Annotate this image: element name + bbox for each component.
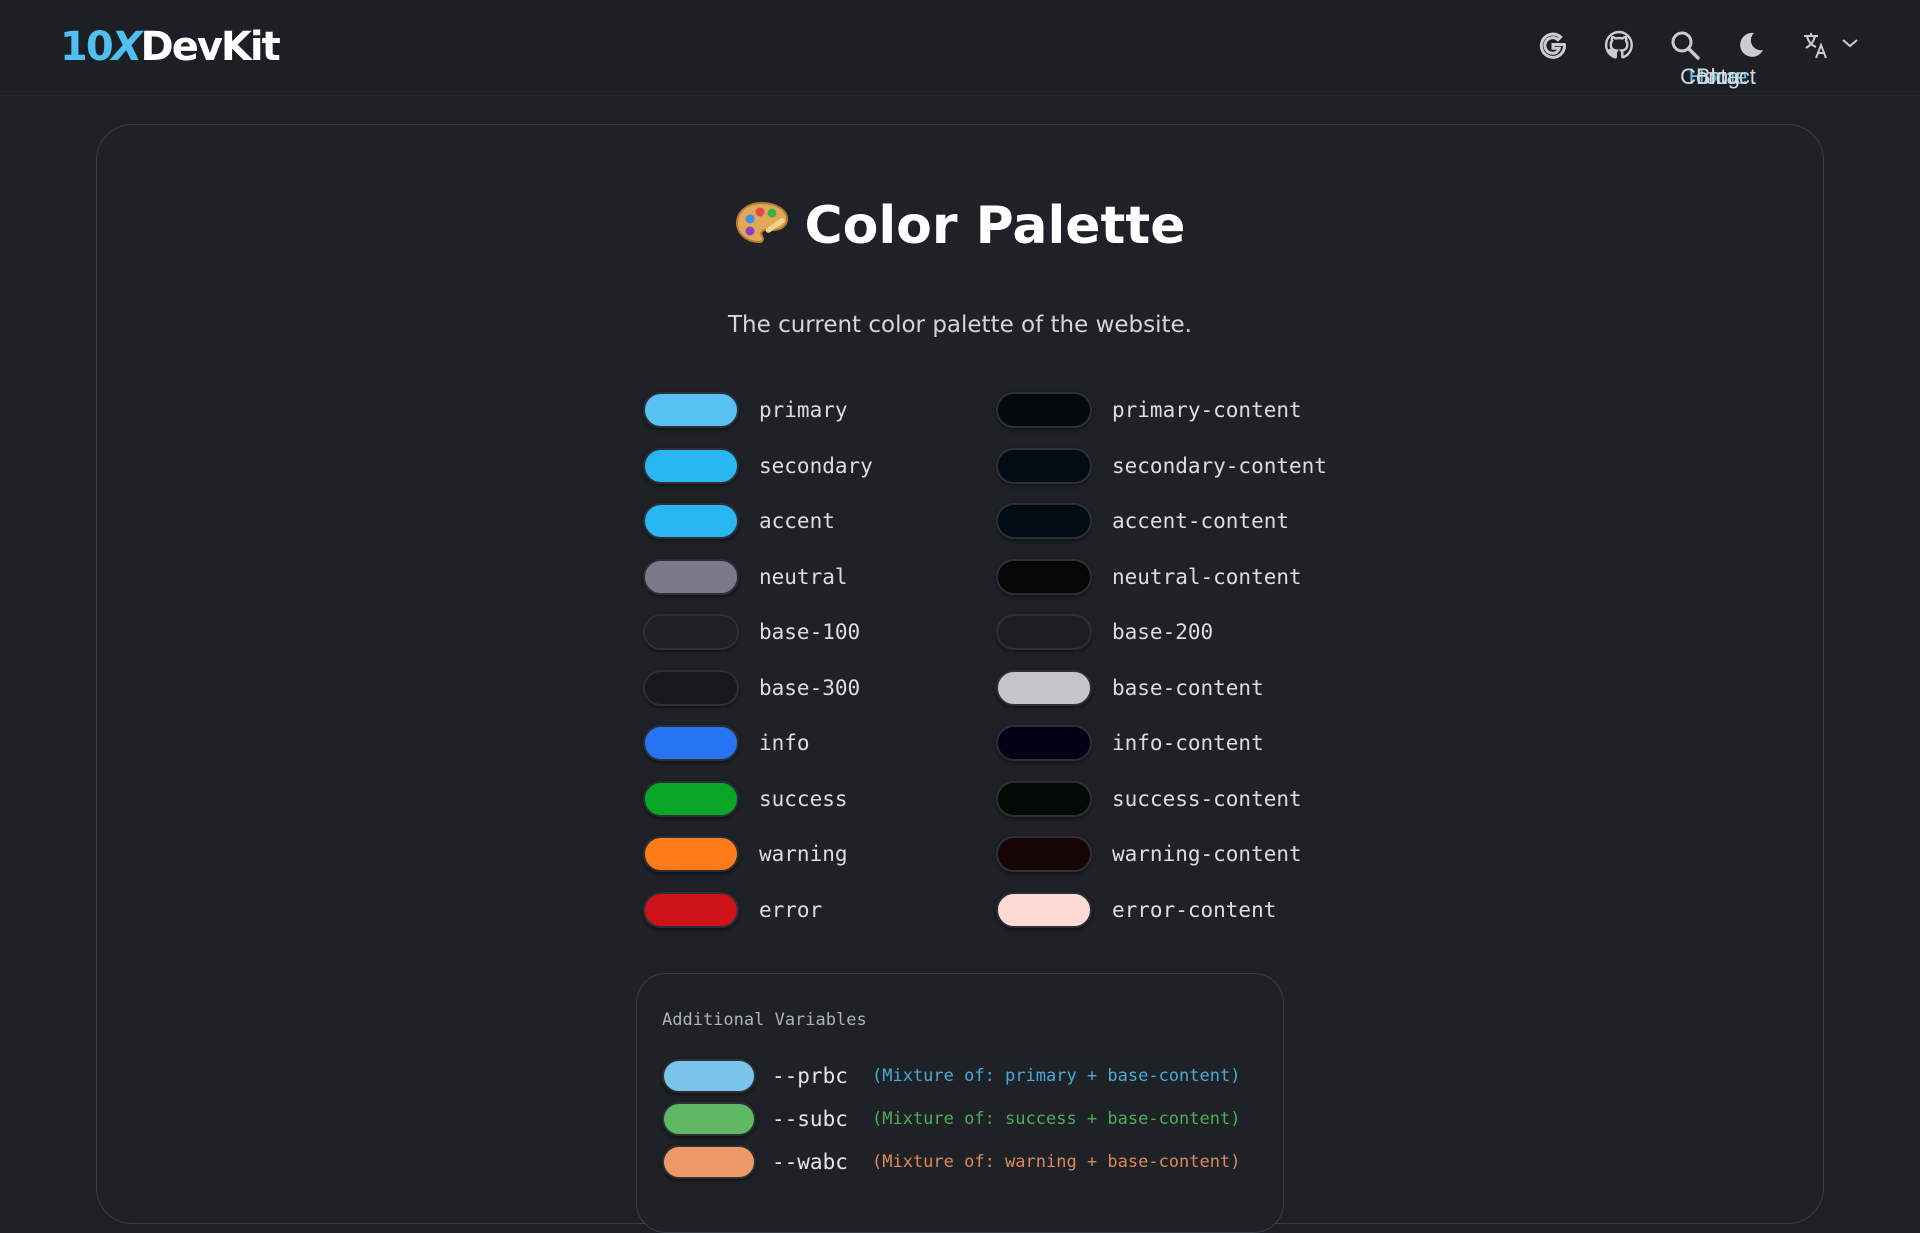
variable-name: --prbc [772,1064,848,1088]
variable-name: --wabc [772,1150,848,1174]
color-swatch[interactable] [643,558,739,595]
color-label: accent-content [1112,509,1290,533]
color-grid: primary primary-content secondary secondary… [643,392,1349,928]
color-swatch[interactable] [643,725,739,761]
color-swatch[interactable] [643,780,739,817]
color-swatch[interactable] [643,614,739,650]
moon-icon[interactable] [1734,28,1768,62]
color-swatch[interactable] [662,1102,756,1136]
color-label: base-300 [759,675,861,700]
top-header: 10 X DevKit Home Blog Contact [0,0,1920,96]
color-item-info: info [643,725,996,761]
color-label: base-content [1112,675,1264,700]
color-label: accent [759,509,835,533]
variable-description: (Mixture of: primary + base-content) [872,1066,1241,1086]
color-item-error-content: error-content [996,891,1349,928]
color-label: primary-content [1112,398,1302,422]
color-label: secondary-content [1112,453,1327,478]
logo-part-devkit: DevKit [140,24,281,70]
search-icon[interactable] [1668,28,1702,62]
color-label: success [759,786,848,811]
color-swatch[interactable] [996,836,1092,872]
additional-variable-item: --wabc (Mixture of: warning + base-conten… [662,1145,1240,1179]
color-item-success: success [643,780,996,817]
color-swatch[interactable] [643,891,739,928]
color-label: secondary [759,453,873,478]
header-tools [1536,28,1860,62]
color-swatch[interactable] [996,614,1092,650]
google-icon[interactable] [1536,28,1570,62]
palette-icon [734,199,790,260]
color-label: neutral-content [1112,564,1302,589]
additional-variables-panel: Additional Variables --prbc (Mixture of: … [636,973,1284,1233]
color-swatch[interactable] [996,558,1092,595]
color-label: info [759,731,810,755]
color-swatch[interactable] [662,1059,756,1093]
color-item-secondary: secondary [643,447,996,484]
github-icon[interactable] [1602,28,1636,62]
color-item-accent-content: accent-content [996,503,1349,539]
language-selector[interactable] [1800,28,1860,62]
color-label: warning [759,842,848,866]
logo-part-10: 10 [60,24,114,70]
variable-description: (Mixture of: warning + base-content) [872,1152,1241,1172]
color-item-primary-content: primary-content [996,392,1349,428]
additional-variables-title: Additional Variables [662,1010,867,1030]
color-swatch[interactable] [643,503,739,539]
additional-variable-item: --subc (Mixture of: success + base-conten… [662,1102,1240,1136]
color-swatch[interactable] [643,447,739,484]
color-label: error-content [1112,897,1277,922]
variable-name: --subc [772,1107,848,1131]
color-item-error: error [643,891,996,928]
color-swatch[interactable] [996,669,1092,706]
color-swatch[interactable] [996,447,1092,484]
color-label: success-content [1112,786,1302,811]
color-item-base-100: base-100 [643,614,996,650]
color-swatch[interactable] [643,669,739,706]
color-label: base-200 [1112,620,1214,644]
color-label: info-content [1112,731,1264,755]
site-logo[interactable]: 10 X DevKit [60,22,281,72]
additional-variable-item: --prbc (Mixture of: primary + base-conten… [662,1059,1240,1093]
logo-part-x: X [111,24,143,70]
color-item-base-content: base-content [996,669,1349,706]
color-swatch[interactable] [996,780,1092,817]
nav-contact-link[interactable]: Contact [758,64,1920,90]
color-item-neutral-content: neutral-content [996,558,1349,595]
color-swatch[interactable] [643,392,739,428]
color-swatch[interactable] [996,891,1092,928]
chevron-down-icon [1840,33,1860,57]
color-label: primary [759,398,848,422]
translate-icon [1800,28,1834,62]
page-title-text: Color Palette [804,196,1186,256]
color-item-warning: warning [643,836,996,872]
color-item-success-content: success-content [996,780,1349,817]
color-item-base-200: base-200 [996,614,1349,650]
color-item-warning-content: warning-content [996,836,1349,872]
page-title: Color Palette [0,196,1920,260]
color-swatch[interactable] [662,1145,756,1179]
variable-description: (Mixture of: success + base-content) [872,1109,1241,1129]
color-label: warning-content [1112,842,1302,866]
color-item-base-300: base-300 [643,669,996,706]
color-label: neutral [759,564,848,589]
color-swatch[interactable] [996,392,1092,428]
color-item-neutral: neutral [643,558,996,595]
color-swatch[interactable] [996,725,1092,761]
color-item-info-content: info-content [996,725,1349,761]
color-label: base-100 [759,620,861,644]
color-label: error [759,897,823,922]
color-swatch[interactable] [643,836,739,872]
color-swatch[interactable] [996,503,1092,539]
color-item-accent: accent [643,503,996,539]
color-item-secondary-content: secondary-content [996,447,1349,484]
color-item-primary: primary [643,392,996,428]
page-subtitle: The current color palette of the website… [728,312,1192,338]
